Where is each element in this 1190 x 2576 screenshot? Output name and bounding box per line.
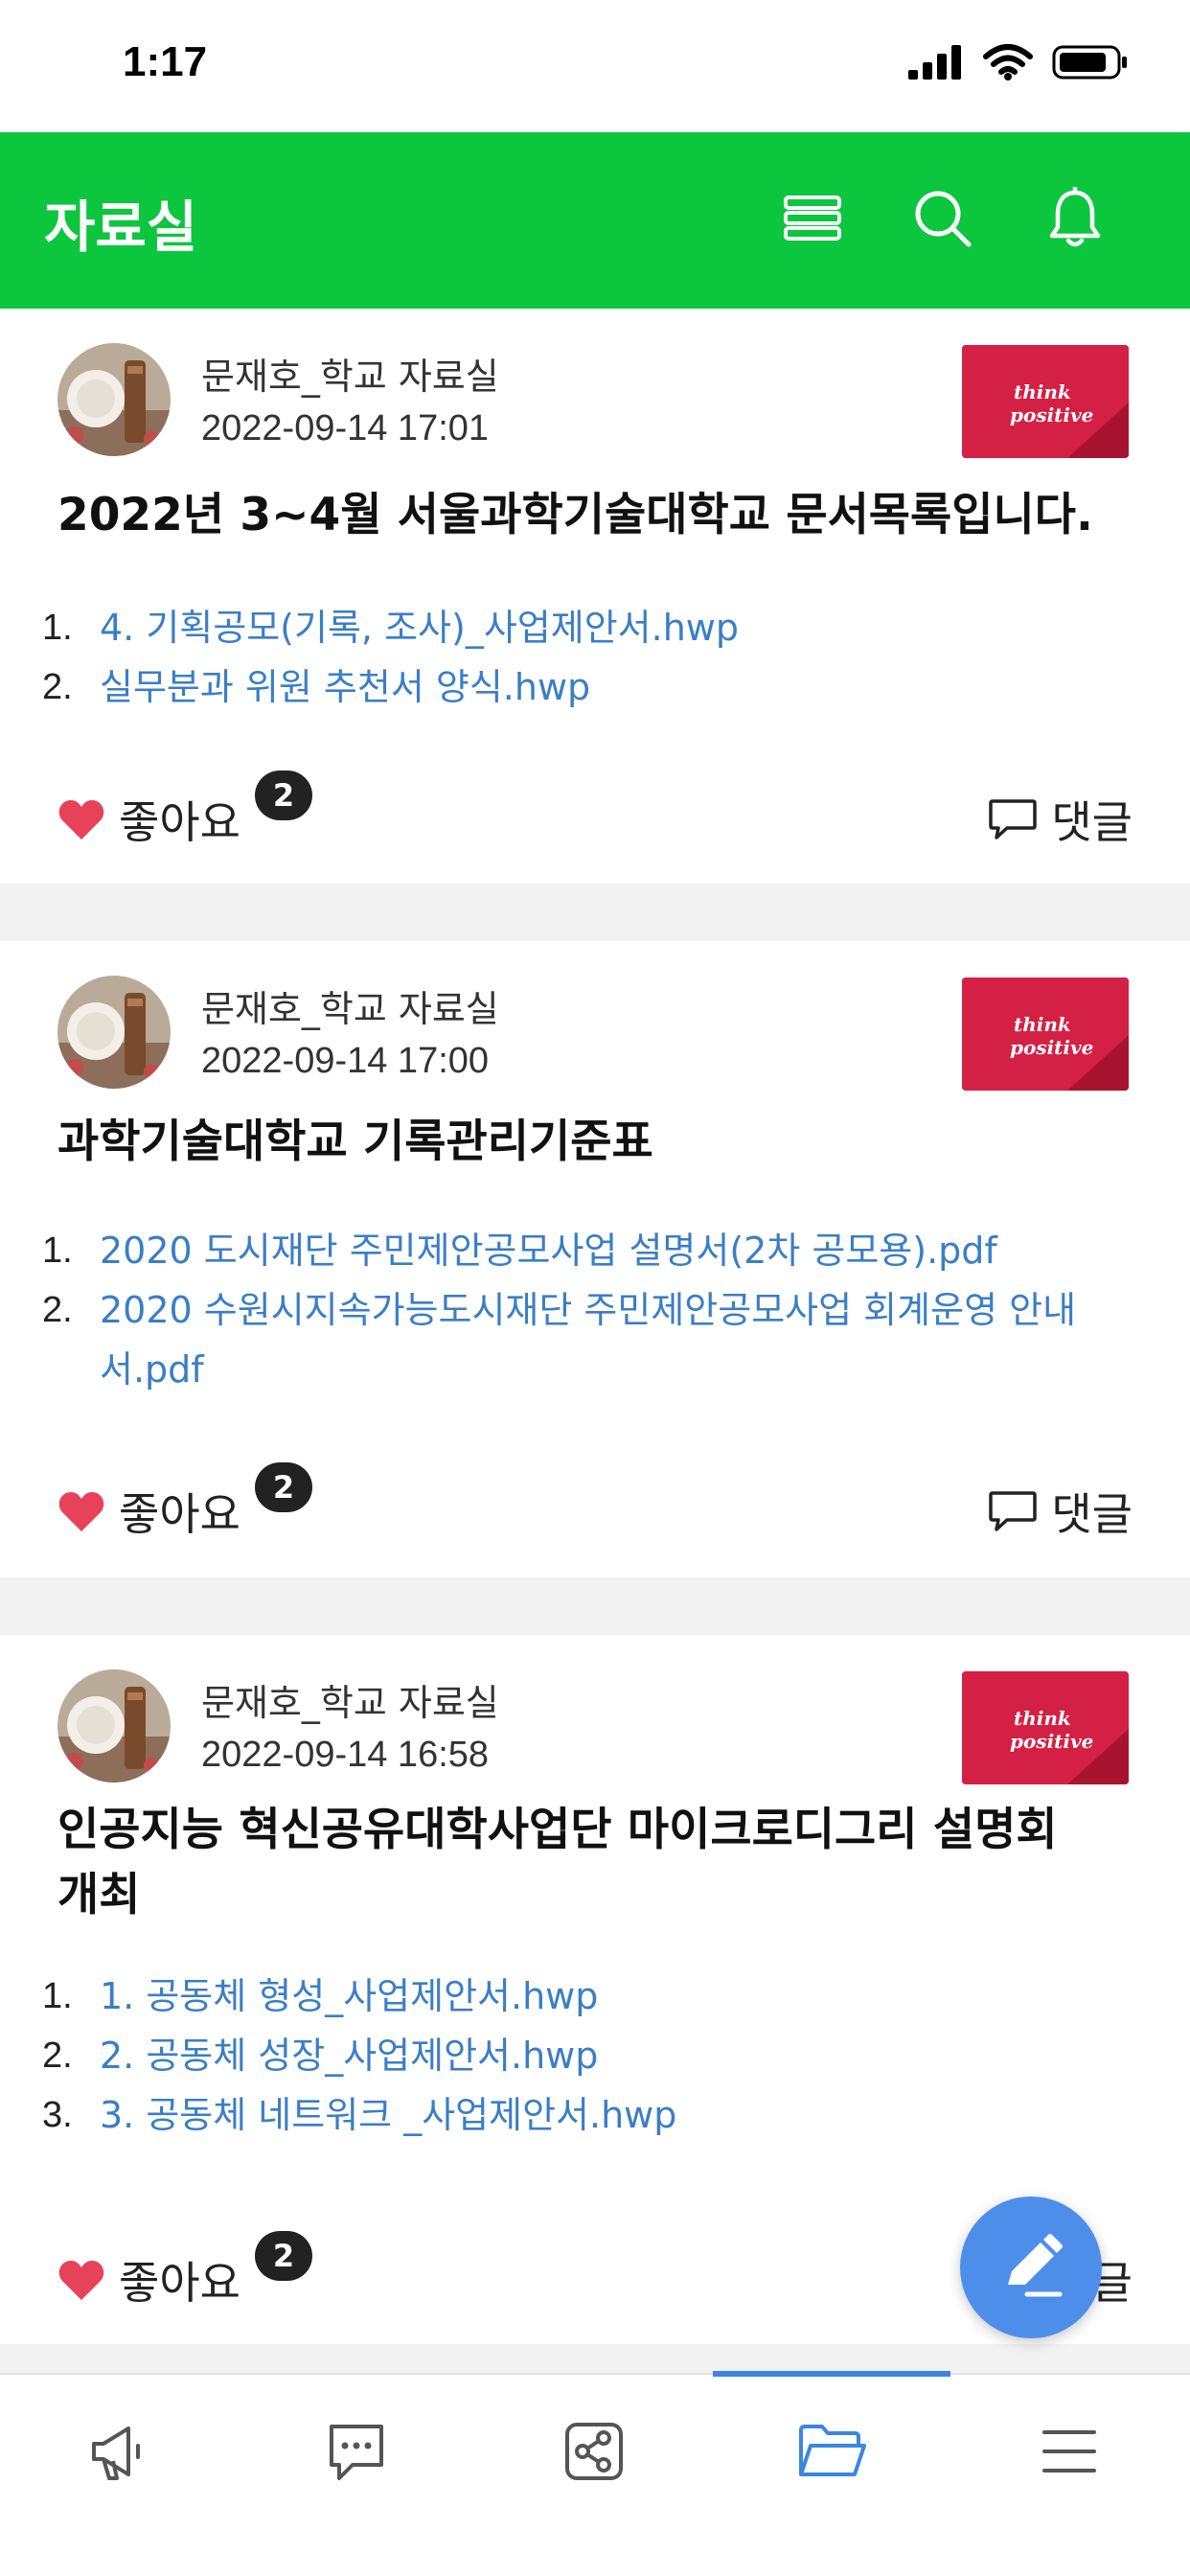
attachment-item: 2. 2. 공동체 성장_사업제안서.hwp	[42, 2026, 1144, 2085]
like-count-badge: 2	[255, 2231, 312, 2281]
post-feed[interactable]: 문재호_학교 자료실 2022-09-14 17:01 think positi…	[0, 309, 1190, 2373]
post-date: 2022-09-14 17:00	[201, 1041, 490, 1081]
post-actions: 좋아요 2 댓글	[0, 1462, 1190, 1566]
post-card[interactable]: 문재호_학교 자료실 2022-09-14 17:01 think positi…	[0, 309, 1190, 884]
comment-button[interactable]: 댓글	[988, 788, 1133, 851]
like-button[interactable]: 좋아요 2	[57, 1462, 312, 1543]
tab-menu[interactable]	[950, 2375, 1188, 2576]
chat-icon	[330, 2425, 383, 2480]
tab-share[interactable]	[475, 2375, 713, 2576]
post-title[interactable]: 과학기술대학교 기록관리기준표	[57, 1110, 1140, 1175]
menu-icon	[1042, 2430, 1096, 2472]
like-label: 좋아요	[119, 1488, 240, 1540]
post-title[interactable]: 인공지능 혁신공유대학사업단 마이크로디그리 설명회 개최	[57, 1798, 1140, 1928]
like-count-badge: 2	[255, 770, 312, 820]
attachment-link[interactable]: 3. 공동체 네트워크 _사업제안서.hwp	[100, 2085, 1144, 2145]
attachment-link[interactable]: 4. 기획공모(기록, 조사)_사업제안서.hwp	[100, 598, 1144, 657]
tab-notice[interactable]	[0, 2375, 238, 2576]
post-thumbnail[interactable]: think positive	[962, 345, 1129, 458]
pencil-icon	[1008, 2234, 1063, 2297]
svg-text:positive: positive	[1010, 1036, 1093, 1059]
attachment-list: 1. 1. 공동체 형성_사업제안서.hwp 2. 2. 공동체 성장_사업제안…	[42, 1966, 1144, 2145]
list-view-button[interactable]	[772, 178, 853, 259]
page-title: 자료실	[44, 195, 198, 260]
attachment-link[interactable]: 1. 공동체 형성_사업제안서.hwp	[100, 1966, 1144, 2026]
attachment-list: 1. 2020 도시재단 주민제안공모사업 설명서(2차 공모용).pdf 2.…	[42, 1221, 1144, 1399]
attachment-list: 1. 4. 기획공모(기록, 조사)_사업제안서.hwp 2. 실무분과 위원 …	[42, 598, 1144, 717]
battery-icon	[1052, 45, 1127, 80]
attachment-item: 1. 4. 기획공모(기록, 조사)_사업제안서.hwp	[42, 598, 1144, 657]
svg-text:think: think	[1014, 1013, 1071, 1036]
comment-button[interactable]: 댓글	[988, 1480, 1133, 1543]
heart-icon	[58, 1492, 104, 1531]
megaphone-icon	[92, 2426, 140, 2480]
post-date: 2022-09-14 16:58	[201, 1735, 490, 1775]
post-author: 문재호_학교 자료실	[201, 356, 499, 398]
heart-icon	[58, 800, 104, 840]
avatar[interactable]	[57, 1669, 171, 1782]
attachment-link[interactable]: 2020 도시재단 주민제안공모사업 설명서(2차 공모용).pdf	[100, 1221, 1144, 1280]
like-label: 좋아요	[119, 796, 240, 848]
post-actions: 좋아요 2 댓글	[0, 770, 1190, 874]
post-card[interactable]: 문재호_학교 자료실 2022-09-14 17:00 think positi…	[0, 941, 1190, 1577]
comment-label: 댓글	[1051, 796, 1133, 848]
tab-chat[interactable]	[238, 2375, 475, 2576]
share-icon	[565, 2423, 623, 2480]
app-header: 자료실	[0, 132, 1190, 309]
signal-icon	[908, 45, 961, 80]
svg-text:think: think	[1014, 380, 1071, 403]
wifi-icon	[983, 44, 1033, 80]
write-post-button[interactable]	[960, 2196, 1102, 2338]
post-author: 문재호_학교 자료실	[201, 1682, 499, 1724]
attachment-link[interactable]: 2020 수원시지속가능도시재단 주민제안공모사업 회계운영 안내 서.pdf	[100, 1280, 1144, 1399]
like-count-badge: 2	[255, 1462, 312, 1512]
attachment-item: 2. 2020 수원시지속가능도시재단 주민제안공모사업 회계운영 안내 서.p…	[42, 1280, 1144, 1399]
svg-text:think: think	[1014, 1707, 1071, 1730]
like-label: 좋아요	[119, 2257, 240, 2309]
search-button[interactable]	[903, 178, 983, 259]
heart-icon	[58, 2261, 104, 2300]
svg-text:positive: positive	[1010, 1730, 1093, 1753]
post-author: 문재호_학교 자료실	[201, 988, 499, 1030]
avatar[interactable]	[57, 343, 171, 456]
avatar[interactable]	[57, 976, 171, 1089]
search-icon	[915, 191, 972, 247]
comment-label: 댓글	[1051, 1488, 1133, 1540]
folder-icon	[799, 2425, 866, 2476]
attachment-link[interactable]: 2. 공동체 성장_사업제안서.hwp	[100, 2026, 1144, 2085]
like-button[interactable]: 좋아요 2	[57, 770, 312, 851]
post-thumbnail[interactable]: think positive	[962, 1671, 1129, 1784]
status-time: 1:17	[123, 38, 208, 85]
svg-text:positive: positive	[1010, 403, 1093, 426]
post-date: 2022-09-14 17:01	[201, 408, 490, 448]
attachment-item: 1. 2020 도시재단 주민제안공모사업 설명서(2차 공모용).pdf	[42, 1221, 1144, 1280]
attachment-link[interactable]: 실무분과 위원 추천서 양식.hwp	[100, 657, 1144, 717]
post-title[interactable]: 2022년 3~4월 서울과학기술대학교 문서목록입니다.	[57, 483, 1140, 548]
status-bar: 1:17	[0, 0, 1190, 132]
bell-icon	[1049, 187, 1101, 247]
tab-archive[interactable]	[713, 2375, 950, 2576]
attachment-item: 1. 1. 공동체 형성_사업제안서.hwp	[42, 1966, 1144, 2026]
like-button[interactable]: 좋아요 2	[57, 2231, 312, 2312]
list-icon	[784, 196, 841, 241]
comment-icon	[989, 1491, 1038, 1531]
attachment-item: 2. 실무분과 위원 추천서 양식.hwp	[42, 657, 1144, 717]
bottom-tab-bar	[0, 2371, 1190, 2576]
post-thumbnail[interactable]: think positive	[962, 978, 1129, 1091]
attachment-item: 3. 3. 공동체 네트워크 _사업제안서.hwp	[42, 2085, 1144, 2145]
notifications-button[interactable]	[1035, 178, 1115, 259]
status-icons	[908, 44, 1129, 80]
comment-icon	[989, 799, 1038, 840]
